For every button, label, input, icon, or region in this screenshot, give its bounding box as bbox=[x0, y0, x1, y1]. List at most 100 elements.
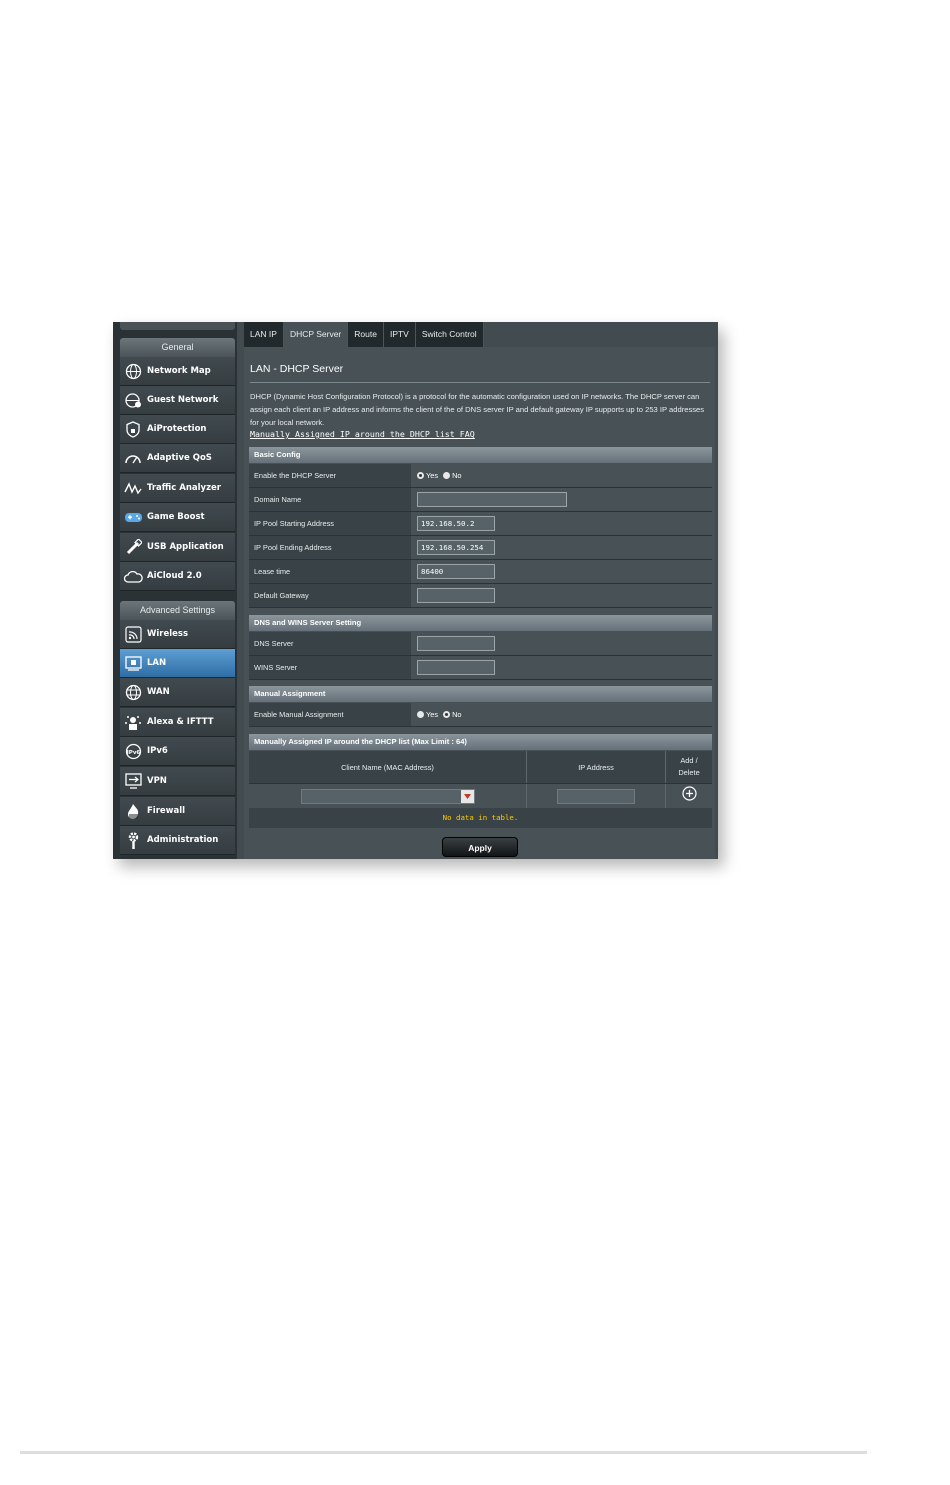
domain-name-input[interactable] bbox=[417, 492, 567, 507]
sidebar-item-ipv6[interactable]: IPv6 IPv6 bbox=[120, 737, 235, 766]
lan-icon bbox=[123, 653, 143, 673]
sidebar-item-wireless[interactable]: Wireless bbox=[120, 620, 235, 649]
ip-pool-start-input[interactable]: 192.168.50.2 bbox=[417, 516, 495, 531]
section-basic-config: Basic Config bbox=[249, 447, 712, 463]
sidebar-item-label: LAN bbox=[147, 658, 167, 668]
sidebar-item-label: AiCloud 2.0 bbox=[147, 571, 202, 581]
row-default-gateway: Default Gateway bbox=[249, 584, 712, 608]
add-entry-button[interactable] bbox=[681, 786, 697, 806]
sidebar-item-firewall[interactable]: Firewall bbox=[120, 797, 235, 826]
vpn-icon bbox=[123, 771, 143, 791]
dhcp-enable-radio-group: Yes No bbox=[417, 471, 462, 480]
wins-server-input[interactable] bbox=[417, 660, 495, 675]
sidebar-item-vpn[interactable]: VPN bbox=[120, 767, 235, 796]
game-boost-icon bbox=[123, 507, 143, 527]
sidebar-item-administration[interactable]: Administration bbox=[120, 826, 235, 855]
row-enable-dhcp: Enable the DHCP Server Yes No bbox=[249, 464, 712, 488]
tab-route[interactable]: Route bbox=[348, 322, 384, 347]
column-ip-address: IP Address bbox=[527, 751, 666, 783]
row-wins-server: WINS Server bbox=[249, 656, 712, 680]
field-label: Lease time bbox=[249, 560, 411, 584]
dns-server-input[interactable] bbox=[417, 636, 495, 651]
aicloud-icon bbox=[123, 566, 143, 586]
ip-pool-end-input[interactable]: 192.168.50.254 bbox=[417, 540, 495, 555]
sidebar-item-usb-application[interactable]: USB Application bbox=[120, 533, 235, 562]
dropdown-arrow-icon[interactable] bbox=[460, 789, 474, 803]
tab-bar: LAN IP DHCP Server Route IPTV Switch Con… bbox=[244, 322, 484, 347]
field-label: Enable the DHCP Server bbox=[249, 464, 411, 488]
sidebar-item-label: IPv6 bbox=[147, 746, 168, 756]
section-assigned-list: Manually Assigned IP around the DHCP lis… bbox=[249, 734, 712, 750]
sidebar-item-label: Alexa & IFTTT bbox=[147, 717, 214, 727]
row-ip-pool-start: IP Pool Starting Address 192.168.50.2 bbox=[249, 512, 712, 536]
default-gateway-input[interactable] bbox=[417, 588, 495, 603]
row-lease-time: Lease time 86400 bbox=[249, 560, 712, 584]
field-label: Default Gateway bbox=[249, 584, 411, 608]
sidebar-item-aicloud[interactable]: AiCloud 2.0 bbox=[120, 562, 235, 591]
section-manual-assignment: Manual Assignment bbox=[249, 686, 712, 702]
tab-switch-control[interactable]: Switch Control bbox=[415, 322, 484, 347]
lease-time-input[interactable]: 86400 bbox=[417, 564, 495, 579]
sidebar-item-label: AiProtection bbox=[147, 424, 207, 434]
radio-label-no: No bbox=[452, 710, 462, 719]
sidebar-item-label: Network Map bbox=[147, 366, 211, 376]
dhcp-yes-radio[interactable] bbox=[417, 472, 424, 479]
aiprotection-icon bbox=[123, 419, 143, 439]
page-description: DHCP (Dynamic Host Configuration Protoco… bbox=[250, 392, 705, 427]
sidebar-item-label: WAN bbox=[147, 687, 170, 697]
assigned-list-header: Client Name (MAC Address) IP Address Add… bbox=[249, 751, 712, 783]
main-panel: LAN - DHCP Server DHCP (Dynamic Host Con… bbox=[244, 347, 715, 859]
adaptive-qos-icon bbox=[123, 448, 143, 468]
add-circle-icon bbox=[681, 786, 697, 801]
field-label: DNS Server bbox=[249, 632, 411, 656]
manual-yes-radio[interactable] bbox=[417, 711, 424, 718]
dhcp-no-radio[interactable] bbox=[443, 472, 451, 479]
sidebar-item-game-boost[interactable]: Game Boost bbox=[120, 503, 235, 532]
row-domain-name: Domain Name bbox=[249, 488, 712, 512]
sidebar-item-adaptive-qos[interactable]: Adaptive QoS bbox=[120, 444, 235, 473]
svg-text:IPv6: IPv6 bbox=[126, 750, 140, 756]
apply-button[interactable]: Apply bbox=[442, 837, 518, 857]
sidebar: General Network Map Guest Network AiProt… bbox=[113, 322, 237, 859]
network-map-icon bbox=[123, 361, 143, 381]
radio-label-yes: Yes bbox=[426, 710, 439, 719]
ipv6-icon: IPv6 bbox=[123, 741, 143, 761]
row-dns-server: DNS Server bbox=[249, 632, 712, 656]
sidebar-item-label: Traffic Analyzer bbox=[147, 483, 221, 493]
sidebar-item-label: Wireless bbox=[147, 629, 189, 639]
section-dns-wins: DNS and WINS Server Setting bbox=[249, 615, 712, 631]
sidebar-item-wan[interactable]: WAN bbox=[120, 678, 235, 707]
tab-lan-ip[interactable]: LAN IP bbox=[244, 322, 284, 347]
faq-link[interactable]: Manually Assigned IP around the DHCP lis… bbox=[250, 429, 475, 439]
sidebar-item-label: USB Application bbox=[147, 542, 224, 552]
router-admin-screenshot: General Network Map Guest Network AiProt… bbox=[113, 322, 718, 859]
sidebar-advanced-header: Advanced Settings bbox=[120, 601, 235, 620]
traffic-analyzer-icon bbox=[123, 478, 143, 498]
row-enable-manual: Enable Manual Assignment Yes No bbox=[249, 703, 712, 727]
sidebar-item-label: Firewall bbox=[147, 806, 186, 816]
sidebar-item-aiprotection[interactable]: AiProtection bbox=[120, 415, 235, 444]
tab-dhcp-server[interactable]: DHCP Server bbox=[283, 322, 349, 347]
assigned-list-input-row bbox=[249, 783, 712, 808]
row-ip-pool-end: IP Pool Ending Address 192.168.50.254 bbox=[249, 536, 712, 560]
guest-network-icon bbox=[123, 390, 143, 410]
radio-label-no: No bbox=[452, 471, 462, 480]
ip-address-input[interactable] bbox=[557, 788, 635, 804]
field-label: WINS Server bbox=[249, 656, 411, 680]
sidebar-item-alexa-ifttt[interactable]: Alexa & IFTTT bbox=[120, 708, 235, 737]
sidebar-item-network-map[interactable]: Network Map bbox=[120, 357, 235, 386]
client-name-select[interactable] bbox=[300, 788, 475, 804]
wireless-icon bbox=[123, 624, 143, 644]
empty-table-message: No data in table. bbox=[249, 808, 712, 828]
sidebar-item-guest-network[interactable]: Guest Network bbox=[120, 386, 235, 415]
tab-iptv[interactable]: IPTV bbox=[383, 322, 416, 347]
field-label: IP Pool Ending Address bbox=[249, 536, 411, 560]
sidebar-item-lan[interactable]: LAN bbox=[120, 649, 235, 678]
sidebar-item-traffic-analyzer[interactable]: Traffic Analyzer bbox=[120, 474, 235, 503]
sidebar-item-label: VPN bbox=[147, 776, 167, 786]
sidebar-top-strip bbox=[120, 322, 235, 330]
title-divider bbox=[250, 382, 710, 383]
manual-no-radio[interactable] bbox=[443, 711, 451, 718]
sidebar-item-label: Game Boost bbox=[147, 512, 205, 522]
page-footer-rule bbox=[20, 1451, 867, 1454]
